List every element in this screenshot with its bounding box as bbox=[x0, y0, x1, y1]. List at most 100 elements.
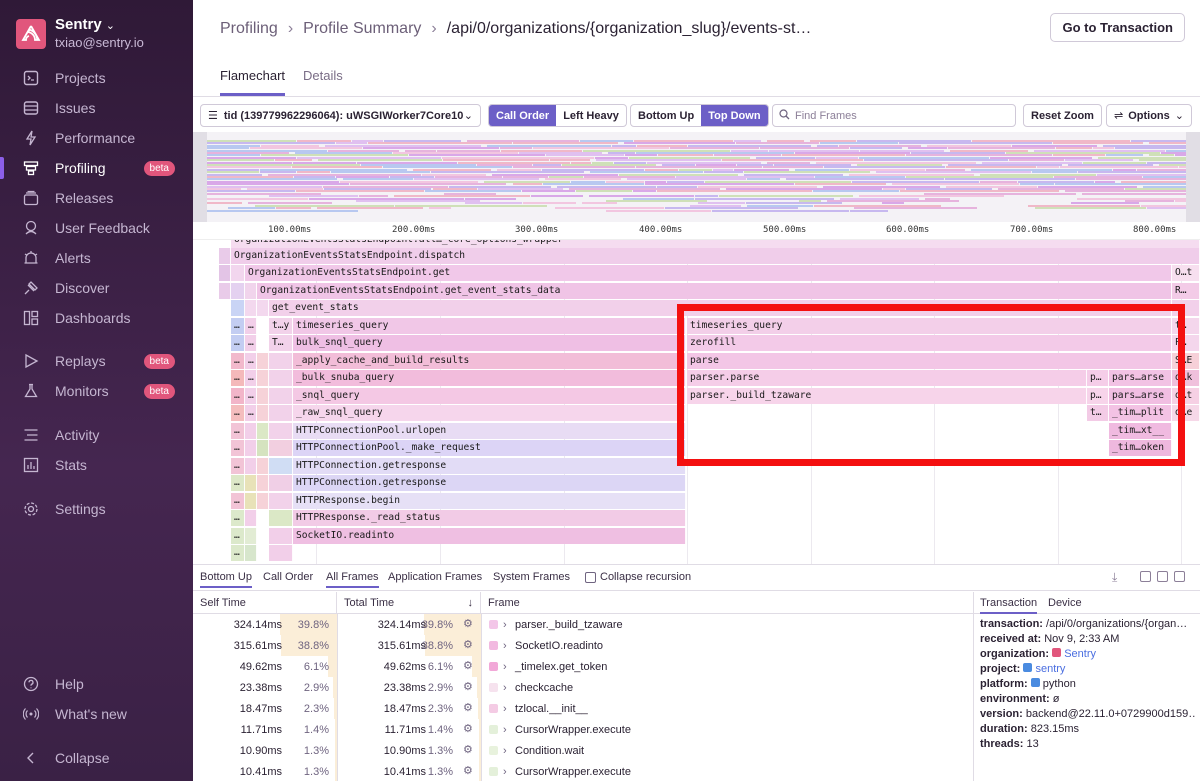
layout-left-icon[interactable] bbox=[1157, 571, 1168, 582]
flame-frame[interactable]: SocketIO.readinto bbox=[293, 528, 686, 544]
flame-frame[interactable]: timeseries_query bbox=[293, 318, 686, 334]
table-row[interactable]: 324.14ms 39.8% 324.14ms 39.8% ⚙ › parser._buil… bbox=[193, 614, 973, 635]
flame-frame[interactable] bbox=[245, 510, 257, 526]
table-row[interactable]: 23.38ms 2.9% 23.38ms 2.9% ⚙ › checkcache bbox=[193, 677, 973, 698]
flame-frame[interactable] bbox=[231, 283, 245, 299]
flame-frame[interactable] bbox=[231, 300, 245, 316]
flame-frame[interactable] bbox=[257, 475, 269, 491]
flame-frame[interactable]: bulk_snql_query bbox=[293, 335, 686, 351]
sidebar-item-performance[interactable]: Performance bbox=[0, 123, 193, 153]
flame-frame[interactable]: … bbox=[231, 318, 245, 334]
tab-details[interactable]: Details bbox=[303, 68, 343, 96]
flame-frame[interactable] bbox=[269, 353, 293, 369]
flame-frame[interactable]: … bbox=[245, 353, 257, 369]
chevron-right-icon[interactable]: › bbox=[503, 724, 507, 736]
column-total-time[interactable]: Total Time ↓ bbox=[337, 592, 481, 614]
flame-frame[interactable] bbox=[219, 265, 231, 281]
flame-frame[interactable] bbox=[269, 475, 293, 491]
find-frames-input[interactable] bbox=[795, 109, 1005, 122]
flame-frame[interactable]: t…y bbox=[269, 318, 293, 334]
tab-bottom-up[interactable]: Bottom Up bbox=[200, 571, 252, 588]
flame-frame[interactable]: … bbox=[245, 370, 257, 386]
flame-frame[interactable] bbox=[231, 265, 245, 281]
flame-frame[interactable]: … bbox=[231, 493, 245, 509]
settings-icon[interactable]: ⚙ bbox=[463, 618, 475, 630]
tab-transaction[interactable]: Transaction bbox=[980, 597, 1038, 614]
flame-frame[interactable] bbox=[245, 475, 257, 491]
sidebar-item-stats[interactable]: Stats bbox=[0, 450, 193, 480]
detail-value-link[interactable]: sentry bbox=[1035, 663, 1065, 675]
chevron-right-icon[interactable]: › bbox=[503, 682, 507, 694]
flame-frame[interactable] bbox=[257, 423, 269, 439]
sidebar-item-activity[interactable]: Activity bbox=[0, 420, 193, 450]
flame-frame[interactable] bbox=[245, 458, 257, 474]
flame-frame[interactable]: … bbox=[231, 528, 245, 544]
flame-frame[interactable] bbox=[245, 423, 257, 439]
flame-frame[interactable] bbox=[269, 440, 293, 456]
flame-frame[interactable]: OrganizationEventsStatsEndpoint.all…_cor… bbox=[231, 240, 1200, 248]
flame-frame[interactable] bbox=[219, 248, 231, 264]
chevron-right-icon[interactable]: › bbox=[503, 703, 507, 715]
sidebar-item-whats-new[interactable]: What's new bbox=[0, 699, 193, 729]
settings-icon[interactable]: ⚙ bbox=[463, 660, 475, 672]
sidebar-item-settings[interactable]: Settings bbox=[0, 494, 193, 524]
tab-system-frames[interactable]: System Frames bbox=[493, 571, 570, 583]
breadcrumb-profile-summary[interactable]: Profile Summary bbox=[303, 20, 421, 38]
flamechart-minimap[interactable] bbox=[193, 132, 1200, 222]
flame-frame[interactable]: HTTPResponse.begin bbox=[293, 493, 686, 509]
chevron-right-icon[interactable]: › bbox=[503, 661, 507, 673]
chevron-right-icon[interactable]: › bbox=[503, 745, 507, 757]
flame-frame[interactable] bbox=[257, 440, 269, 456]
flame-frame[interactable]: … bbox=[245, 388, 257, 404]
tab-application-frames[interactable]: Application Frames bbox=[388, 571, 482, 583]
reset-zoom-button[interactable]: Reset Zoom bbox=[1023, 104, 1102, 127]
flame-frame[interactable] bbox=[245, 493, 257, 509]
flame-frame[interactable] bbox=[257, 370, 269, 386]
flame-frame[interactable]: … bbox=[231, 405, 245, 421]
flame-frame[interactable] bbox=[219, 283, 231, 299]
sidebar-item-monitors[interactable]: Monitors beta bbox=[0, 376, 193, 406]
flame-frame[interactable] bbox=[269, 370, 293, 386]
tab-device[interactable]: Device bbox=[1048, 597, 1082, 609]
sidebar-item-discover[interactable]: Discover bbox=[0, 273, 193, 303]
go-to-transaction-button[interactable]: Go to Transaction bbox=[1050, 13, 1185, 42]
flame-frame[interactable]: … bbox=[231, 458, 245, 474]
flame-frame[interactable] bbox=[245, 283, 257, 299]
tab-all-frames[interactable]: All Frames bbox=[326, 571, 379, 588]
sidebar-item-help[interactable]: Help bbox=[0, 669, 193, 699]
column-frame[interactable]: Frame bbox=[481, 592, 973, 614]
sidebar-item-dashboards[interactable]: Dashboards bbox=[0, 303, 193, 333]
settings-icon[interactable]: ⚙ bbox=[463, 723, 475, 735]
flame-frame[interactable] bbox=[269, 510, 293, 526]
flame-frame[interactable] bbox=[269, 388, 293, 404]
flame-frame[interactable]: _raw_snql_query bbox=[293, 405, 686, 421]
flame-frame[interactable]: T… bbox=[269, 335, 293, 351]
flame-frame[interactable]: … bbox=[231, 370, 245, 386]
flame-frame[interactable] bbox=[269, 545, 293, 561]
table-row[interactable]: 11.71ms 1.4% 11.71ms 1.4% ⚙ › CursorWrapper.ex… bbox=[193, 719, 973, 740]
sidebar-item-replays[interactable]: Replays beta bbox=[0, 346, 193, 376]
flame-frame[interactable]: _snql_query bbox=[293, 388, 686, 404]
flame-frame[interactable] bbox=[245, 528, 257, 544]
breadcrumb-profiling[interactable]: Profiling bbox=[220, 20, 278, 38]
flame-frame[interactable] bbox=[269, 423, 293, 439]
flame-frame[interactable] bbox=[257, 405, 269, 421]
bottom-up-button[interactable]: Bottom Up bbox=[631, 105, 701, 126]
tab-call-order[interactable]: Call Order bbox=[263, 571, 313, 583]
flame-frame[interactable]: HTTPConnection.getresponse bbox=[293, 458, 686, 474]
collapse-recursion-label[interactable]: Collapse recursion bbox=[600, 571, 691, 583]
sidebar-item-releases[interactable]: Releases bbox=[0, 183, 193, 213]
sidebar-item-projects[interactable]: Projects bbox=[0, 63, 193, 93]
flame-frame[interactable] bbox=[269, 528, 293, 544]
flame-frame[interactable]: O…t bbox=[1172, 265, 1200, 281]
flame-frame[interactable]: … bbox=[231, 335, 245, 351]
flame-frame[interactable]: … bbox=[231, 353, 245, 369]
settings-icon[interactable]: ⚙ bbox=[463, 639, 475, 651]
sidebar-item-issues[interactable]: Issues bbox=[0, 93, 193, 123]
flame-frame[interactable] bbox=[257, 388, 269, 404]
sidebar-item-profiling[interactable]: Profiling beta bbox=[0, 153, 193, 183]
table-row[interactable]: 10.90ms 1.3% 10.90ms 1.3% ⚙ › Condition.wait bbox=[193, 740, 973, 761]
flame-frame[interactable]: … bbox=[231, 510, 245, 526]
flame-frame[interactable] bbox=[269, 493, 293, 509]
flame-frame[interactable] bbox=[269, 458, 293, 474]
